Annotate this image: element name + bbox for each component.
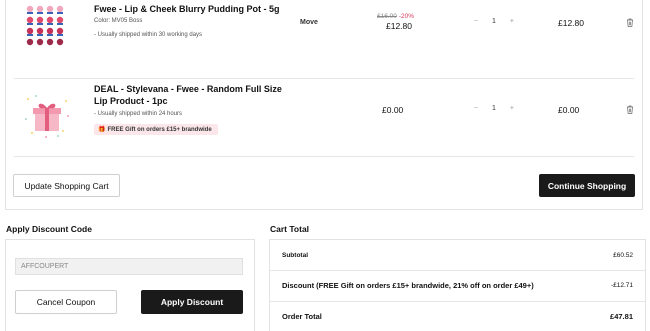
order-total-row: Order Total £47.81 [270,301,645,331]
item-subtotal: £0.00 [558,105,580,115]
gift-icon: 🎁 [98,127,106,133]
qty-value[interactable]: 1 [492,18,496,25]
cart-item-row: Fwee - Lip & Cheek Blurry Pudding Pot - … [14,0,634,76]
cart-item-row: DEAL - Stylevana - Fwee - Random Full Si… [14,78,634,154]
qty-decrease-button[interactable]: − [474,18,478,25]
qty-value[interactable]: 1 [492,105,496,112]
discount-percent: -20% [398,13,415,20]
trash-icon[interactable] [626,105,634,114]
quantity-stepper: − 1 + [474,18,514,25]
update-cart-button[interactable]: Update Shopping Cart [13,174,120,197]
trash-icon[interactable] [626,18,634,27]
qty-increase-button[interactable]: + [510,18,514,25]
discount-row: Discount (FREE Gift on orders £15+ brand… [270,270,645,300]
quantity-stepper: − 1 + [474,105,514,112]
cart-total-title: Cart Total [270,224,310,234]
shipping-note: - Usually shipped within 24 hours [94,111,183,117]
subtotal-row: Subtotal £60.52 [270,240,645,270]
subtotal-label: Subtotal [282,251,308,259]
discount-section-title: Apply Discount Code [6,224,92,234]
move-to-wishlist-link[interactable]: Move [300,19,318,26]
order-total-label: Order Total [282,312,322,321]
gift-badge: 🎁 FREE Gift on orders £15+ brandwide [94,124,218,135]
strikethrough-price: £16.00 [377,13,397,20]
qty-decrease-button[interactable]: − [474,105,478,112]
divider [14,156,634,157]
unit-price: £0.00 [382,105,404,115]
apply-discount-button[interactable]: Apply Discount [141,290,243,314]
cancel-coupon-button[interactable]: Cancel Coupon [15,290,117,314]
discount-label: Discount (FREE Gift on orders £15+ brand… [282,281,534,290]
product-thumbnail-gift-box[interactable] [22,91,72,141]
gift-badge-text: FREE Gift on orders £15+ brandwide [107,127,212,133]
original-price: £16.00 -20% [377,13,414,20]
unit-price: £12.80 [386,21,412,31]
shipping-note: - Usually shipped within 30 working days [94,32,203,38]
discount-value: -£12.71 [610,282,633,289]
order-total-value: £47.81 [610,312,633,321]
discount-code-input[interactable] [15,258,243,275]
cart-total-panel: Subtotal £60.52 Discount (FREE Gift on o… [269,239,646,331]
item-subtotal: £12.80 [558,18,584,28]
product-thumbnail-lip-pots[interactable] [22,2,72,52]
product-name[interactable]: DEAL - Stylevana - Fwee - Random Full Si… [94,83,294,107]
product-color: Color: MV05 Boss [94,18,143,24]
qty-increase-button[interactable]: + [510,105,514,112]
product-name[interactable]: Fwee - Lip & Cheek Blurry Pudding Pot - … [94,3,294,15]
subtotal-value: £60.52 [613,251,633,259]
discount-panel [5,239,255,331]
continue-shopping-button[interactable]: Continue Shopping [539,174,635,197]
